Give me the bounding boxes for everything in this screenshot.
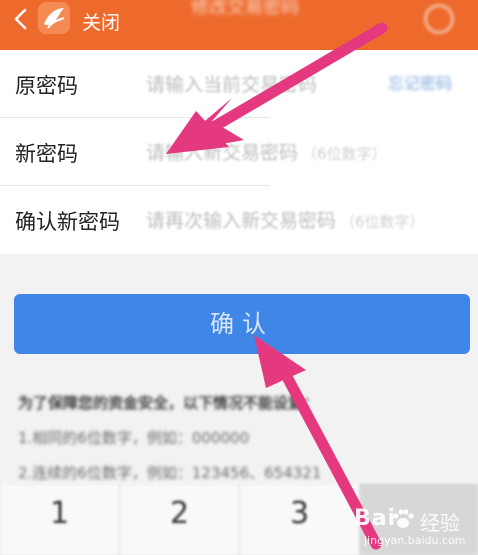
watermark-url: jingyan.baidu.com <box>364 534 466 547</box>
confirm-button[interactable]: 确认 <box>14 294 470 354</box>
confirm-password-row: 确认新密码 请再次输入新交易密码 （6位数字） <box>0 186 478 254</box>
forgot-password-link[interactable]: 忘记密码 <box>388 70 452 94</box>
password-form: 原密码 请输入当前交易密码 忘记密码 新密码 请输入新交易密码 （6位数字） 确认… <box>0 50 478 254</box>
confirm-password-placeholder: 请再次输入新交易密码 <box>146 210 337 232</box>
confirm-password-hint: （6位数字） <box>340 213 425 231</box>
close-button[interactable]: 关闭 <box>82 8 120 35</box>
header-menu-icon[interactable] <box>424 4 454 34</box>
confirm-password-label: 确认新密码 <box>15 210 120 234</box>
watermark-brand-cn: 经验 <box>420 511 460 535</box>
old-password-row: 原密码 请输入当前交易密码 忘记密码 <box>0 50 478 118</box>
new-password-placeholder: 请输入新交易密码 <box>146 142 299 164</box>
app-logo-icon <box>38 2 70 34</box>
note-line: 为了保障您的资金安全，以下情况不能设置： <box>18 394 319 412</box>
paw-icon <box>393 509 414 528</box>
page-title: 修改交易密码 <box>191 0 299 18</box>
note-line: 1.相同的6位数字，例如：000000 <box>18 429 250 447</box>
new-password-input[interactable]: 请输入新交易密码 （6位数字） <box>146 138 466 165</box>
old-password-placeholder: 请输入当前交易密码 <box>146 74 318 96</box>
confirm-password-input[interactable]: 请再次输入新交易密码 （6位数字） <box>146 206 466 233</box>
security-notes: 为了保障您的资金安全，以下情况不能设置： 1.相同的6位数字，例如：000000… <box>18 392 468 497</box>
note-line: 2.连续的6位数字，例如：123456、654321 <box>18 464 322 482</box>
keypad-key-2[interactable]: 2 <box>120 484 240 555</box>
baidu-watermark: Bai 经验 jingyan.baidu.com <box>354 506 472 550</box>
new-password-hint: （6位数字） <box>302 145 387 163</box>
old-password-label: 原密码 <box>15 74 78 98</box>
keypad-key-3[interactable]: 3 <box>240 484 360 555</box>
keypad-key-1[interactable]: 1 <box>0 484 120 555</box>
screen: 关闭 修改交易密码 原密码 请输入当前交易密码 忘记密码 新密码 请输入新交易密… <box>0 0 478 555</box>
new-password-label: 新密码 <box>15 142 78 166</box>
new-password-row: 新密码 请输入新交易密码 （6位数字） <box>0 118 478 186</box>
back-arrow-icon[interactable] <box>6 4 36 34</box>
header-bar: 关闭 修改交易密码 <box>0 0 478 50</box>
